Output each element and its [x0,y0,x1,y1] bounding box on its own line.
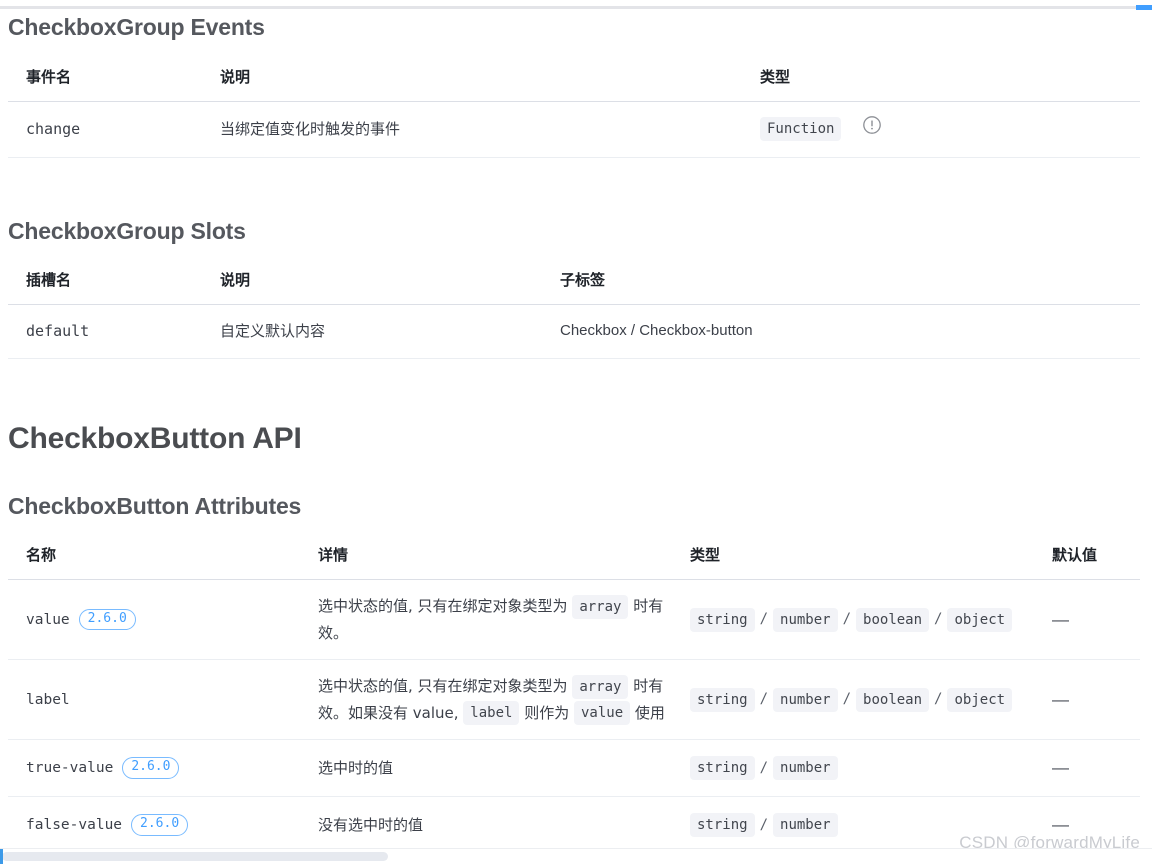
col-header-detail: 详情 [318,538,690,581]
section-title-button-attributes: CheckboxButton Attributes [8,492,302,519]
table-group-events: 事件名 说明 类型 change 当绑定值变化时触发的事件 Function [8,59,1140,158]
table-row: default 自定义默认内容 Checkbox / Checkbox-butt… [8,304,1140,359]
event-description-cell: 当绑定值变化时触发的事件 [220,101,760,158]
inline-code-chip: label [463,701,520,726]
attribute-detail-cell: 选中时的值 [318,739,690,798]
col-header-slot-name: 插槽名 [8,263,220,306]
attribute-detail-cell: 选中状态的值, 只有在绑定对象类型为 array 时有效。如果没有 value,… [318,659,690,741]
attribute-default-cell: — [1052,579,1140,661]
event-name-cell: change [8,101,220,158]
attribute-name-cell: false-value 2.6.0 [8,796,318,848]
attribute-type-cell: string / number [690,796,1052,848]
attribute-default-cell: — [1052,739,1140,798]
type-separator: / [842,691,852,708]
attribute-name: label [26,691,70,708]
default-value: — [1052,609,1069,629]
attribute-name-cell: label [8,659,318,741]
type-chip: number [773,812,838,837]
attribute-default-cell: — [1052,796,1140,848]
attribute-name-cell: value 2.6.0 [8,579,318,661]
attribute-type-cell: string / number / boolean / object [690,579,1052,661]
type-chip: number [773,756,838,781]
slot-description-cell: 自定义默认内容 [220,304,560,359]
attribute-name: true-value [26,760,114,776]
col-header-type: 类型 [690,538,1052,581]
type-chip: boolean [856,607,930,632]
version-badge: 2.6.0 [122,757,180,779]
exclamation-circle-icon[interactable] [862,115,882,144]
inline-code-chip: array [572,674,629,699]
table-header-row: 插槽名 说明 子标签 [8,263,1140,306]
documentation-page: CheckboxGroup Events 事件名 说明 类型 change 当绑… [0,14,1152,848]
table-header-row: 事件名 说明 类型 [8,59,1140,102]
table-group-slots: 插槽名 说明 子标签 default 自定义默认内容 Checkbox / Ch… [8,263,1140,359]
type-chip: string [690,687,755,712]
horizontal-scrollbar[interactable] [0,848,1152,864]
attribute-detail-cell: 选中状态的值, 只有在绑定对象类型为 array 时有效。 [318,579,690,661]
type-separator: / [759,759,769,776]
type-separator: / [934,691,943,708]
version-badge: 2.6.0 [131,813,189,836]
col-header-default: 默认值 [1052,538,1140,581]
type-separator: / [759,611,769,628]
top-divider-rule [0,6,1152,9]
type-chip: number [773,607,838,632]
type-separator: / [842,611,852,628]
inline-code-chip: value [573,701,631,726]
type-chip: object [947,687,1013,712]
inline-code-chip: array [572,594,629,619]
section-title-group-slots: CheckboxGroup Slots [8,217,246,244]
type-chip: string [690,756,755,781]
type-separator: / [934,611,943,628]
col-header-type: 类型 [760,59,1140,102]
table-row: true-value 2.6.0 选中时的值 string / number — [8,739,1140,798]
attribute-name: value [26,611,70,628]
attribute-type-cell: string / number [690,739,1052,798]
col-header-event-name: 事件名 [8,59,220,102]
page-title-checkboxbutton-api: CheckboxButton API [8,421,302,455]
attributes-table-body: value 2.6.0 选中状态的值, 只有在绑定对象类型为 array 时有效。 s… [8,579,1140,848]
type-chip: boolean [856,687,930,712]
col-header-description: 说明 [220,263,560,306]
horizontal-scrollbar-thumb[interactable] [2,852,388,861]
type-separator: / [759,816,769,833]
version-badge: 2.6.0 [78,608,136,631]
table-header-row: 名称 详情 类型 默认值 [8,538,1140,581]
type-separator: / [759,691,769,708]
section-title-group-events: CheckboxGroup Events [8,14,265,40]
table-row: change 当绑定值变化时触发的事件 Function [8,101,1140,158]
event-type-cell: Function [760,101,1140,158]
type-chip: object [947,607,1013,632]
scroll-corner-accent [0,849,3,864]
table-row: value 2.6.0 选中状态的值, 只有在绑定对象类型为 array 时有效。 s… [8,579,1140,661]
type-chip: string [690,607,755,632]
type-chip: number [773,687,838,712]
default-value: — [1052,689,1069,709]
top-progress-indicator [1136,5,1152,10]
table-row: false-value 2.6.0 没有选中时的值 string / number — [8,796,1140,848]
code-chip-function: Function [760,117,842,142]
default-value: — [1052,758,1069,778]
col-header-description: 说明 [220,59,760,102]
table-button-attributes: 名称 详情 类型 默认值 value 2.6.0 选中状态的值, 只有在绑定对象类型… [8,538,1140,848]
col-header-name: 名称 [8,538,318,581]
slot-name-cell: default [8,304,220,359]
table-row: label 选中状态的值, 只有在绑定对象类型为 array 时有效。如果没有 v… [8,659,1140,741]
default-value: — [1052,815,1069,835]
attribute-name-cell: true-value 2.6.0 [8,739,318,798]
attribute-detail-cell: 没有选中时的值 [318,796,690,848]
attribute-name: false-value [26,816,123,833]
attribute-default-cell: — [1052,659,1140,741]
slot-subtags-cell: Checkbox / Checkbox-button [560,304,1140,359]
type-chip: string [690,812,755,837]
col-header-subtags: 子标签 [560,263,1140,306]
attribute-type-cell: string / number / boolean / object [690,659,1052,741]
